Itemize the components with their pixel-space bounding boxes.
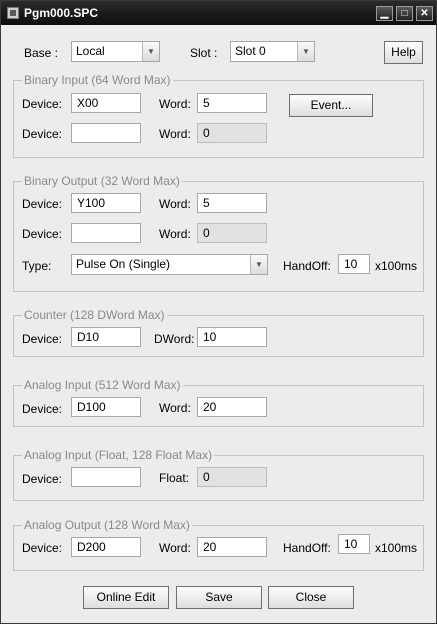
ao-word-label: Word: [159,541,191,555]
type-select[interactable]: Pulse On (Single) ▼ [71,254,268,275]
aif-device-input[interactable] [71,467,141,487]
type-value: Pulse On (Single) [76,257,171,271]
ao-handoff-input[interactable]: 10 [338,534,370,554]
aif-device-label: Device: [22,472,63,486]
analog-input-title: Analog Input (512 Word Max) [22,378,183,392]
ao-device-input[interactable]: D200 [71,537,141,557]
bi-device-input-1[interactable]: X00 [71,93,141,113]
bo-handoff-unit: x100ms [375,259,418,273]
bo-device-input-2[interactable] [71,223,141,243]
base-value: Local [76,44,105,58]
type-label: Type: [22,259,52,273]
ai-device-label: Device: [22,402,63,416]
ai-word-label: Word: [159,401,191,415]
bo-word-input-1[interactable]: 5 [197,193,267,213]
binary-input-title: Binary Input (64 Word Max) [22,73,173,87]
close-window-button[interactable]: ✕ [416,6,433,21]
ao-word-input[interactable]: 20 [197,537,267,557]
close-button[interactable]: Close [268,586,354,609]
base-select[interactable]: Local ▼ [71,41,160,62]
counter-dword-input[interactable]: 10 [197,327,267,347]
app-icon [7,7,19,19]
dialog-window: Pgm000.SPC ▁ □ ✕ Base : Local ▼ Slot : S… [0,0,437,624]
online-edit-button[interactable]: Online Edit [83,586,169,609]
bi-word-label-2: Word: [159,127,191,141]
event-button[interactable]: Event... [289,94,373,117]
bi-device-input-2[interactable] [71,123,141,143]
bi-device-label-2: Device: [22,127,63,141]
minimize-button[interactable]: ▁ [376,6,393,21]
bo-device-label-2: Device: [22,227,63,241]
ai-device-input[interactable]: D100 [71,397,141,417]
counter-device-input[interactable]: D10 [71,327,141,347]
chevron-down-icon: ▼ [297,42,314,61]
slot-label: Slot : [190,46,218,60]
ao-device-label: Device: [22,541,63,555]
bo-device-input-1[interactable]: Y100 [71,193,141,213]
bo-word-label-1: Word: [159,197,191,211]
bo-handoff-label: HandOff: [283,259,331,273]
bo-word-readonly-2: 0 [197,223,267,243]
bo-device-label-1: Device: [22,197,63,211]
chevron-down-icon: ▼ [250,255,267,274]
bi-word-readonly-2: 0 [197,123,267,143]
counter-title: Counter (128 DWord Max) [22,308,167,322]
window-title: Pgm000.SPC [24,6,99,20]
ao-handoff-unit: x100ms [375,541,418,555]
counter-dword-label: DWord: [154,332,195,346]
title-bar[interactable]: Pgm000.SPC ▁ □ ✕ [1,1,436,25]
bi-word-input-1[interactable]: 5 [197,93,267,113]
slot-select[interactable]: Slot 0 ▼ [230,41,315,62]
analog-input-float-title: Analog Input (Float, 128 Float Max) [22,448,215,462]
bo-handoff-input[interactable]: 10 [338,254,370,274]
binary-output-title: Binary Output (32 Word Max) [22,174,182,188]
bi-device-label-1: Device: [22,97,63,111]
minimize-icon: ▁ [380,8,389,19]
aif-float-label: Float: [159,471,190,485]
binary-input-group [13,80,424,158]
chevron-down-icon: ▼ [142,42,159,61]
help-button[interactable]: Help [384,41,423,64]
base-label: Base : [24,46,59,60]
aif-float-readonly: 0 [197,467,267,487]
maximize-icon: □ [401,8,408,19]
analog-output-title: Analog Output (128 Word Max) [22,518,192,532]
ai-word-input[interactable]: 20 [197,397,267,417]
counter-device-label: Device: [22,332,63,346]
slot-value: Slot 0 [235,44,266,58]
close-icon: ✕ [420,8,429,19]
ao-handoff-label: HandOff: [283,541,331,555]
save-button[interactable]: Save [176,586,262,609]
bo-word-label-2: Word: [159,227,191,241]
maximize-button[interactable]: □ [396,6,413,21]
bi-word-label-1: Word: [159,97,191,111]
